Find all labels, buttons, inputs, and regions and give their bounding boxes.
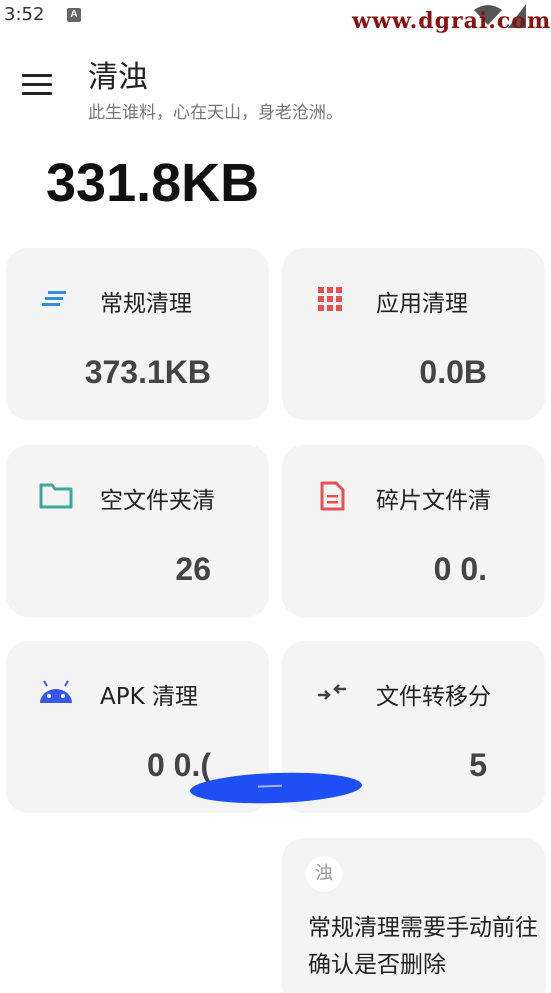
card-value: 373.1KB — [84, 354, 211, 390]
card-label: 应用清理 — [376, 291, 468, 317]
card-value: 0 0. — [433, 551, 487, 587]
app-header: 清浊 此生谁料，心在天山，身老沧洲。 — [0, 44, 551, 124]
total-size-value: 331.8KB — [46, 153, 260, 213]
watermark-text: www.dgrai.com — [352, 8, 551, 34]
app-title: 清浊 — [88, 60, 148, 95]
status-bar: 3:52 A www.dgrai.com — [0, 0, 551, 34]
card-empty-folder-clean[interactable]: 空文件夹清 26 — [6, 445, 269, 617]
card-label: 文件转移分 — [376, 684, 491, 710]
grid-icon — [318, 287, 342, 311]
card-label: 碎片文件清 — [376, 488, 491, 514]
card-value: 26 — [175, 551, 211, 587]
card-regular-clean[interactable]: 常规清理 373.1KB — [6, 248, 269, 420]
card-value: 0 0.( — [146, 747, 211, 783]
document-icon — [320, 481, 345, 511]
card-value: 0.0B — [419, 354, 487, 390]
card-app-clean[interactable]: 应用清理 0.0B — [282, 248, 545, 420]
status-time: 3:52 — [4, 4, 45, 25]
avatar: 浊 — [306, 856, 342, 892]
card-label: APK 清理 — [100, 684, 198, 710]
folder-icon — [39, 483, 73, 509]
app-subtitle: 此生谁料，心在天山，身老沧洲。 — [88, 103, 343, 123]
transfer-arrows-icon — [318, 684, 346, 700]
card-value: 5 — [469, 747, 487, 783]
lines-icon — [42, 291, 66, 306]
android-icon — [40, 680, 72, 703]
card-label: 空文件夹清 — [100, 488, 215, 514]
menu-icon[interactable] — [22, 74, 52, 96]
tip-text: 常规清理需要手动前往确认是否删除 — [308, 915, 538, 978]
notification-a-icon: A — [67, 8, 81, 22]
card-fragment-file-clean[interactable]: 碎片文件清 0 0. — [282, 445, 545, 617]
card-label: 常规清理 — [100, 291, 192, 317]
tip-card: 浊 常规清理需要手动前往确认是否删除 — [282, 838, 546, 993]
